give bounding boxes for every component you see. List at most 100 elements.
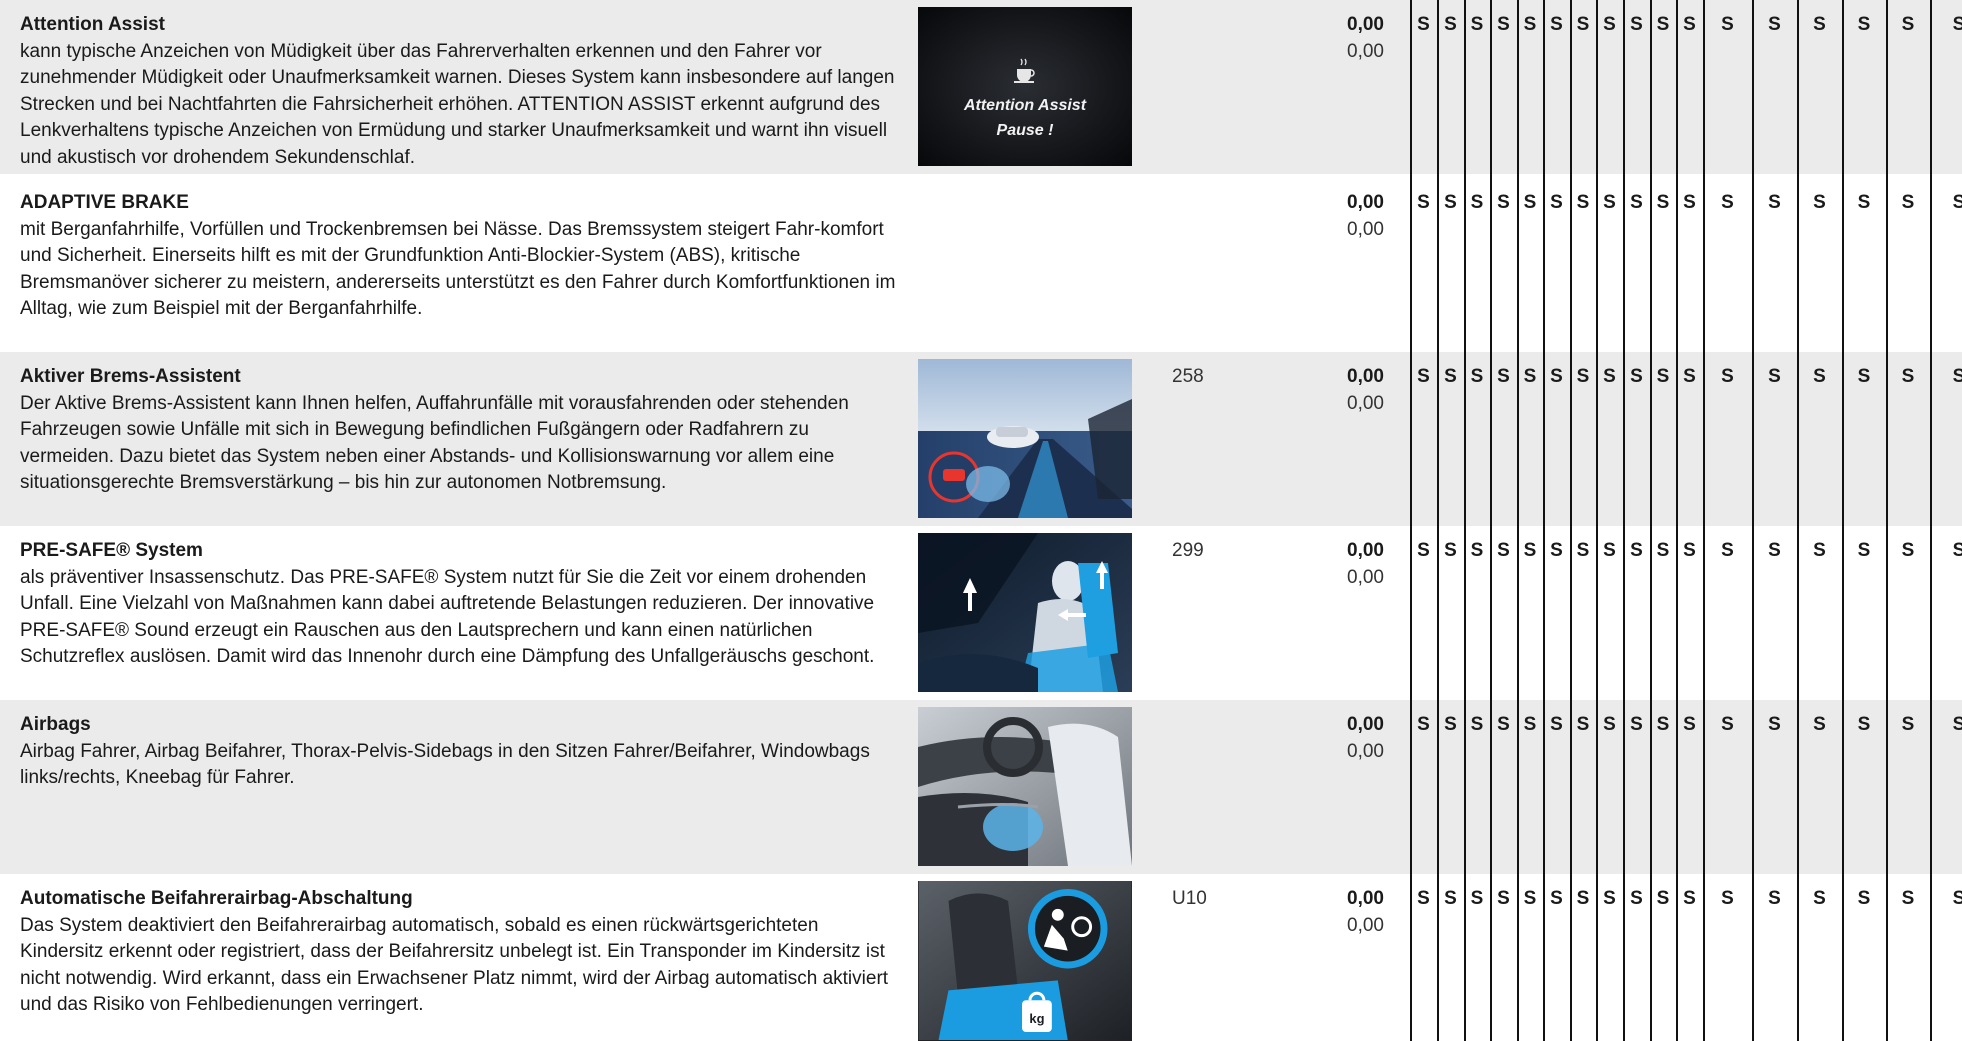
availability-mark: S <box>1470 366 1484 387</box>
availability-mark: S <box>1497 14 1510 35</box>
table-row: Aktiver Brems-Assistent Der Aktive Brems… <box>0 352 1962 526</box>
model-marks: SSSSSSSSSSSSSSSSS <box>0 0 1962 174</box>
availability-mark: S <box>1857 366 1871 387</box>
availability-mark: S <box>1523 888 1537 909</box>
availability-mark: S <box>1603 714 1616 735</box>
availability-mark: S <box>1721 366 1734 387</box>
availability-mark: S <box>1656 14 1670 35</box>
availability-mark: S <box>1656 366 1670 387</box>
table-row: Attention Assist kann typische Anzeichen… <box>0 0 1962 174</box>
availability-mark: S <box>1550 192 1563 213</box>
availability-mark: S <box>1656 192 1670 213</box>
availability-mark: S <box>1656 888 1670 909</box>
table-row: ADAPTIVE BRAKE mit Berganfahrhilfe, Vorf… <box>0 178 1962 352</box>
availability-mark: S <box>1470 714 1484 735</box>
availability-mark: S <box>1813 192 1826 213</box>
model-marks: SSSSSSSSSSSSSSSSS <box>0 526 1962 700</box>
table-row: PRE-SAFE® System als präventiver Insasse… <box>0 526 1962 700</box>
availability-mark: S <box>1444 540 1457 561</box>
column-divider <box>1596 0 1598 1041</box>
availability-mark: S <box>1417 888 1430 909</box>
column-divider <box>1842 0 1844 1041</box>
availability-mark: S <box>1952 888 1962 909</box>
availability-mark: S <box>1952 14 1962 35</box>
availability-mark: S <box>1683 366 1696 387</box>
availability-mark: S <box>1630 14 1643 35</box>
availability-mark: S <box>1603 14 1616 35</box>
column-divider <box>1464 0 1466 1041</box>
availability-mark: S <box>1444 888 1457 909</box>
availability-mark: S <box>1857 14 1871 35</box>
availability-mark: S <box>1417 540 1430 561</box>
availability-mark: S <box>1576 366 1590 387</box>
availability-mark: S <box>1576 888 1590 909</box>
availability-mark: S <box>1576 14 1590 35</box>
availability-mark: S <box>1576 192 1590 213</box>
availability-mark: S <box>1857 714 1871 735</box>
availability-mark: S <box>1901 192 1915 213</box>
availability-mark: S <box>1444 14 1457 35</box>
availability-mark: S <box>1497 192 1510 213</box>
availability-mark: S <box>1603 366 1616 387</box>
availability-mark: S <box>1444 366 1457 387</box>
availability-mark: S <box>1523 366 1537 387</box>
availability-mark: S <box>1721 888 1734 909</box>
column-divider <box>1570 0 1572 1041</box>
availability-mark: S <box>1901 366 1915 387</box>
table-row: Airbags Airbag Fahrer, Airbag Beifahrer,… <box>0 700 1962 874</box>
availability-mark: S <box>1683 14 1696 35</box>
availability-mark: S <box>1901 714 1915 735</box>
availability-mark: S <box>1768 540 1781 561</box>
availability-mark: S <box>1630 714 1643 735</box>
availability-mark: S <box>1630 540 1643 561</box>
availability-mark: S <box>1603 888 1616 909</box>
availability-mark: S <box>1683 888 1696 909</box>
availability-mark: S <box>1417 366 1430 387</box>
availability-mark: S <box>1857 888 1871 909</box>
availability-mark: S <box>1721 14 1734 35</box>
availability-mark: S <box>1768 714 1781 735</box>
model-marks: SSSSSSSSSSSSSSSSS <box>0 700 1962 874</box>
availability-mark: S <box>1952 540 1962 561</box>
availability-mark: S <box>1813 714 1826 735</box>
availability-mark: S <box>1952 366 1962 387</box>
availability-mark: S <box>1444 714 1457 735</box>
availability-mark: S <box>1813 540 1826 561</box>
column-divider <box>1437 0 1439 1041</box>
table-row: Automatische Beifahrerairbag-Abschaltung… <box>0 874 1962 1041</box>
availability-mark: S <box>1857 192 1871 213</box>
availability-mark: S <box>1768 888 1781 909</box>
availability-mark: S <box>1952 714 1962 735</box>
availability-mark: S <box>1523 714 1537 735</box>
availability-mark: S <box>1721 540 1734 561</box>
availability-mark: S <box>1523 192 1537 213</box>
column-divider <box>1930 0 1932 1041</box>
availability-mark: S <box>1630 366 1643 387</box>
availability-mark: S <box>1952 192 1962 213</box>
column-divider <box>1797 0 1799 1041</box>
availability-mark: S <box>1444 192 1457 213</box>
availability-mark: S <box>1630 192 1643 213</box>
availability-mark: S <box>1683 192 1696 213</box>
model-marks: SSSSSSSSSSSSSSSSS <box>0 874 1962 1041</box>
availability-mark: S <box>1470 888 1484 909</box>
availability-mark: S <box>1550 366 1563 387</box>
availability-mark: S <box>1417 14 1430 35</box>
availability-mark: S <box>1523 540 1537 561</box>
column-divider <box>1543 0 1545 1041</box>
model-marks: SSSSSSSSSSSSSSSSS <box>0 352 1962 526</box>
availability-mark: S <box>1656 714 1670 735</box>
column-divider <box>1650 0 1652 1041</box>
column-divider <box>1752 0 1754 1041</box>
availability-mark: S <box>1683 714 1696 735</box>
column-divider <box>1490 0 1492 1041</box>
availability-mark: S <box>1497 366 1510 387</box>
availability-mark: S <box>1550 540 1563 561</box>
availability-mark: S <box>1901 14 1915 35</box>
availability-mark: S <box>1630 888 1643 909</box>
availability-mark: S <box>1550 888 1563 909</box>
availability-mark: S <box>1683 540 1696 561</box>
column-divider <box>1676 0 1678 1041</box>
availability-mark: S <box>1497 888 1510 909</box>
availability-mark: S <box>1417 714 1430 735</box>
